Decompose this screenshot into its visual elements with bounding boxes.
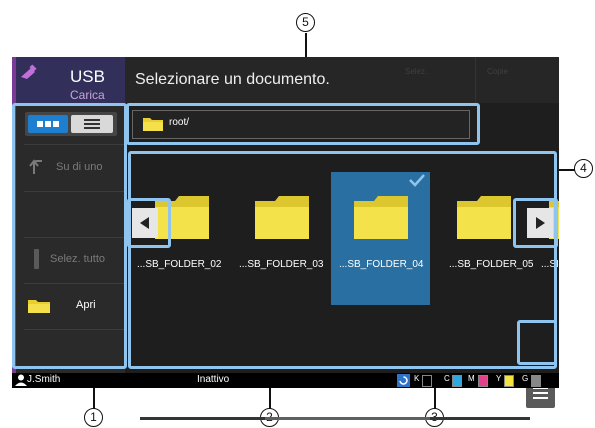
toner-label-m: M: [468, 374, 475, 383]
toner-label-y: Y: [496, 374, 502, 383]
toner-label-k: K: [414, 374, 420, 383]
toner-bar-m: [478, 375, 488, 387]
highlight-path: [126, 103, 480, 145]
printer-screen: USB Carica Selezionare un documento. Sel…: [12, 57, 559, 420]
app-subtitle: Carica: [70, 88, 105, 102]
toner-label-g: G: [522, 374, 529, 383]
toner-bar-y: [504, 375, 514, 387]
top-divider: [475, 57, 476, 103]
callout-5: 5: [296, 13, 315, 32]
machine-state: Inattivo: [197, 374, 230, 385]
scrollbar-thumb[interactable]: [265, 417, 430, 420]
callout-1: 1: [84, 408, 103, 427]
app-title: USB: [70, 67, 105, 86]
toner-bar-k: [422, 375, 432, 387]
callout-4: 4: [574, 159, 593, 178]
hamburger-icon: [533, 387, 548, 400]
highlight-sidebar: [12, 103, 127, 369]
refresh-icon: [397, 374, 410, 387]
user-icon: [15, 374, 27, 386]
highlight-right-arrow: [513, 198, 558, 248]
horizontal-scrollbar[interactable]: [140, 417, 530, 420]
user-name: J.Smith: [27, 374, 61, 385]
toner-bar-g: [531, 375, 541, 387]
page-title: Selezionare un documento.: [135, 71, 330, 88]
toner-bar-c: [452, 375, 462, 387]
ghost-tab-selez: Selez.: [405, 67, 428, 76]
toner-label-c: C: [444, 374, 450, 383]
pen-icon: [21, 64, 37, 79]
top-bar: Selezionare un documento. Selez. Copie: [125, 57, 559, 103]
status-bar: J.Smith Inattivo K C M Y G: [12, 373, 559, 388]
app-header: USB Carica: [12, 57, 125, 103]
highlight-menu: [517, 320, 557, 365]
ghost-tab-copie: Copie: [487, 67, 508, 76]
highlight-left-arrow: [127, 198, 171, 248]
highlight-grid: [128, 151, 557, 369]
